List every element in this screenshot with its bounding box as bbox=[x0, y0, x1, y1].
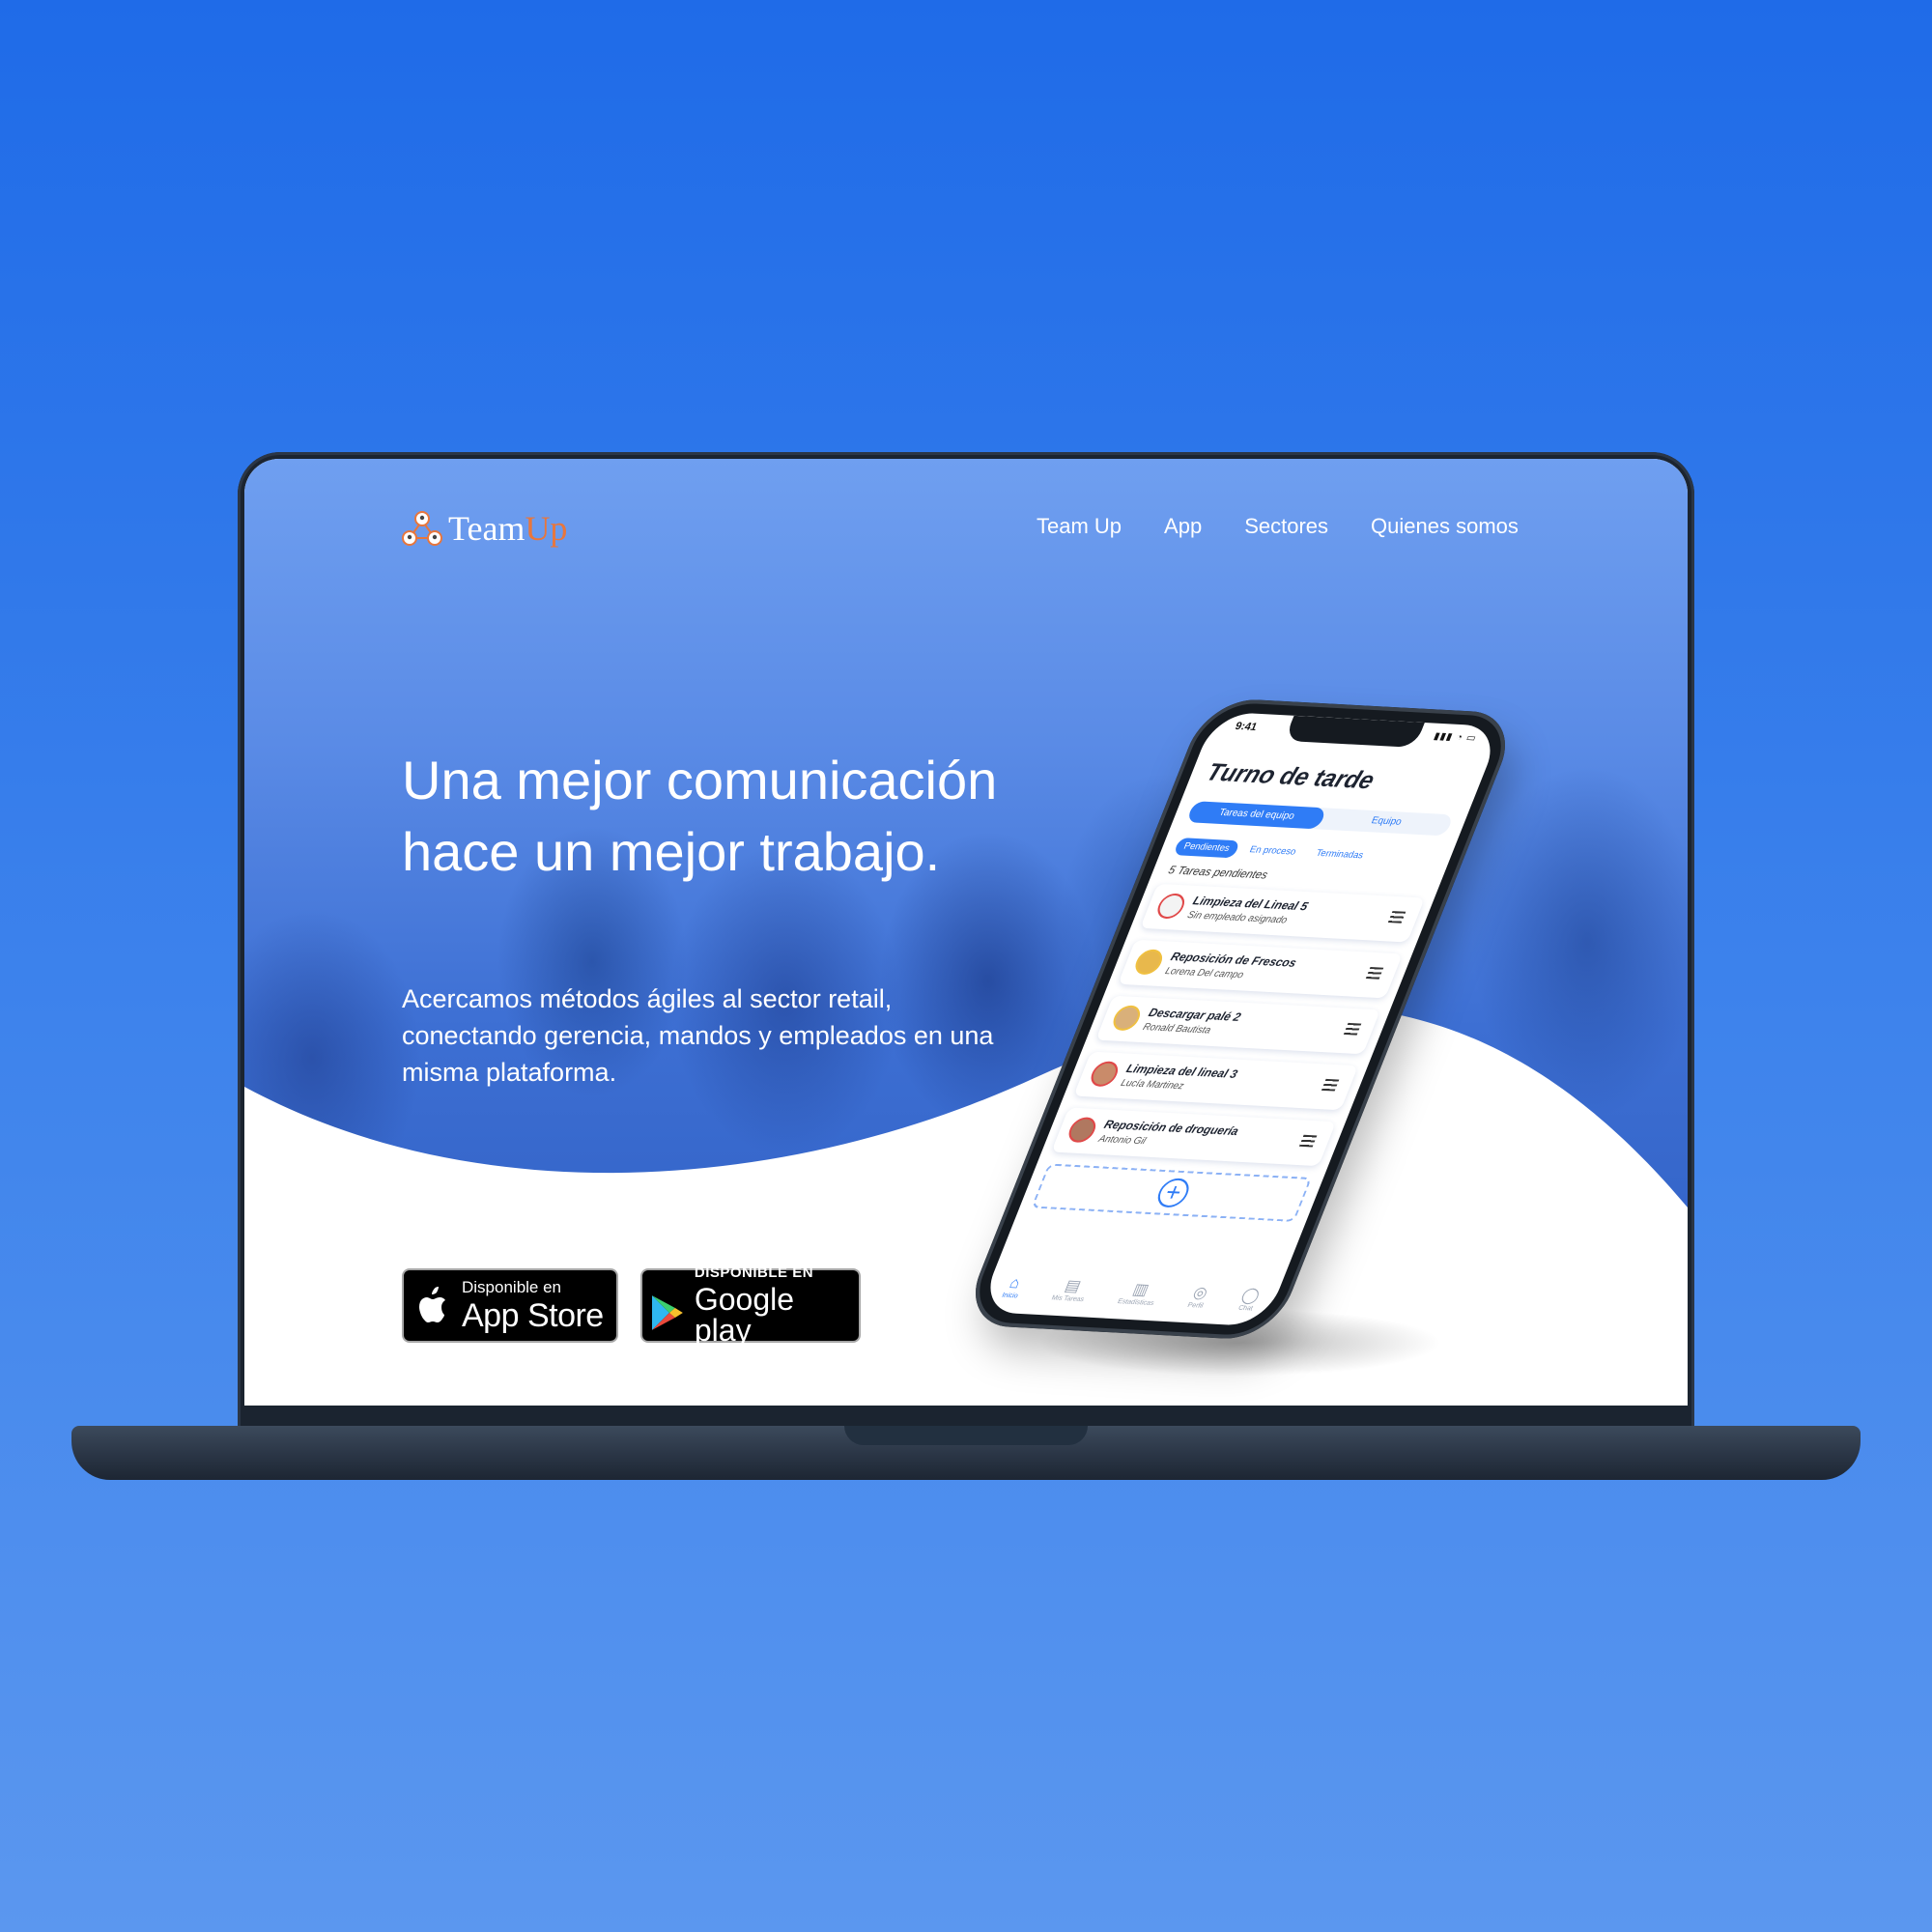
drag-handle-icon[interactable] bbox=[1365, 966, 1384, 980]
drag-handle-icon[interactable] bbox=[1321, 1078, 1340, 1092]
app-store-small-label: Disponible en bbox=[462, 1278, 562, 1296]
nav-link-sectores[interactable]: Sectores bbox=[1244, 507, 1328, 546]
tab-pending[interactable]: Pendientes bbox=[1173, 838, 1240, 859]
tab-label: Estadísticas bbox=[1116, 1298, 1155, 1308]
tab-label: Inicio bbox=[1000, 1292, 1019, 1300]
tab-chat[interactable]: ◯ Chat bbox=[1236, 1287, 1263, 1313]
phone-tab-bar: ⌂ Inicio ▤ Mis Tareas ▥ Estadísticas ◎ Perfi… bbox=[983, 1274, 1279, 1314]
top-nav: Team Up App Sectores Quienes somos bbox=[1037, 507, 1519, 546]
drag-handle-icon[interactable] bbox=[1387, 911, 1406, 923]
avatar bbox=[1109, 1005, 1145, 1032]
tab-home[interactable]: ⌂ Inicio bbox=[1001, 1275, 1026, 1300]
clipboard-icon: ▤ bbox=[1062, 1277, 1084, 1295]
team-logo-icon bbox=[402, 511, 442, 546]
user-icon: ◎ bbox=[1190, 1284, 1210, 1302]
brand-name-up: Up bbox=[525, 509, 568, 548]
drag-handle-icon[interactable] bbox=[1343, 1022, 1362, 1036]
avatar bbox=[1131, 949, 1167, 976]
google-play-badge[interactable]: DISPONIBLE EN Google play bbox=[640, 1264, 861, 1348]
nav-link-quienes-somos[interactable]: Quienes somos bbox=[1371, 507, 1519, 546]
home-icon: ⌂ bbox=[1007, 1274, 1023, 1293]
hero-subtext: Acercamos métodos ágiles al sector retai… bbox=[402, 984, 994, 1087]
tab-label: Chat bbox=[1236, 1304, 1254, 1313]
google-play-label: Google play bbox=[694, 1282, 795, 1348]
task-assignee: Ronald Bautista bbox=[1141, 1021, 1212, 1037]
tab-finished[interactable]: Terminadas bbox=[1305, 844, 1374, 865]
app-store-label: App Store bbox=[462, 1297, 604, 1334]
task-name: Descargar palé 2 bbox=[1146, 1005, 1243, 1024]
task-item[interactable]: Reposición de droguería Antonio Gil bbox=[1051, 1107, 1337, 1167]
task-assignee: Sin empleado asignado bbox=[1185, 910, 1290, 926]
plus-icon: + bbox=[1152, 1177, 1194, 1208]
avatar bbox=[1065, 1116, 1100, 1144]
task-assignee: Lucía Martinez bbox=[1119, 1077, 1186, 1093]
segment-team[interactable]: Equipo bbox=[1319, 808, 1454, 836]
app-store-badge[interactable]: Disponible en App Store bbox=[402, 1268, 618, 1343]
task-status-tabs: Pendientes En proceso Terminadas bbox=[1173, 838, 1439, 868]
phone-notch bbox=[1284, 715, 1425, 749]
google-play-icon bbox=[651, 1294, 683, 1330]
tab-profile[interactable]: ◎ Perfil bbox=[1186, 1285, 1211, 1310]
shift-title: Turno de tarde bbox=[1202, 758, 1378, 795]
task-item[interactable]: Limpieza del Lineal 5 Sin empleado asign… bbox=[1140, 883, 1425, 943]
task-item[interactable]: Limpieza del lineal 3 Lucía Martinez bbox=[1073, 1051, 1359, 1111]
task-assignee: Lorena Del campo bbox=[1163, 965, 1245, 981]
nav-link-team-up[interactable]: Team Up bbox=[1037, 507, 1122, 546]
signal-wifi-battery-icon: ▮▮▮ ◔ ▭ bbox=[1432, 730, 1479, 745]
chat-bubble-icon: ◯ bbox=[1238, 1287, 1263, 1305]
avatar bbox=[1153, 893, 1189, 920]
drag-handle-icon[interactable] bbox=[1298, 1134, 1318, 1148]
avatar bbox=[1087, 1061, 1122, 1088]
task-item[interactable]: Reposición de Frescos Lorena Del campo bbox=[1118, 939, 1403, 999]
task-item[interactable]: Descargar palé 2 Ronald Bautista bbox=[1095, 995, 1381, 1055]
hero-wave bbox=[244, 1006, 1688, 1406]
tab-stats[interactable]: ▥ Estadísticas bbox=[1117, 1281, 1162, 1307]
team-segmented-control: Tareas del equipo Equipo bbox=[1185, 801, 1455, 837]
brand-name-team: Team bbox=[448, 509, 526, 548]
segment-team-tasks[interactable]: Tareas del equipo bbox=[1185, 801, 1327, 830]
hero-headline: Una mejor comunicación hace un mejor tra… bbox=[402, 750, 998, 882]
brand-logo[interactable]: Team Up bbox=[400, 509, 567, 548]
laptop-hinge-notch bbox=[844, 1426, 1088, 1445]
bar-chart-icon: ▥ bbox=[1130, 1281, 1151, 1299]
pending-count: 5 Tareas pendientes bbox=[1166, 865, 1270, 882]
tab-label: Perfil bbox=[1186, 1301, 1205, 1310]
apple-icon bbox=[419, 1286, 445, 1322]
tab-in-progress[interactable]: En proceso bbox=[1238, 841, 1306, 862]
nav-link-app[interactable]: App bbox=[1164, 507, 1202, 546]
task-assignee: Antonio Gil bbox=[1096, 1133, 1148, 1148]
phone-time: 9:41 bbox=[1233, 720, 1260, 734]
laptop-screen: Team Up Team Up App Sectores Quienes somo… bbox=[244, 459, 1688, 1406]
google-play-small-label: DISPONIBLE EN bbox=[694, 1264, 814, 1281]
tab-label: Mis Tareas bbox=[1050, 1294, 1086, 1304]
tab-my-tasks[interactable]: ▤ Mis Tareas bbox=[1050, 1277, 1092, 1303]
